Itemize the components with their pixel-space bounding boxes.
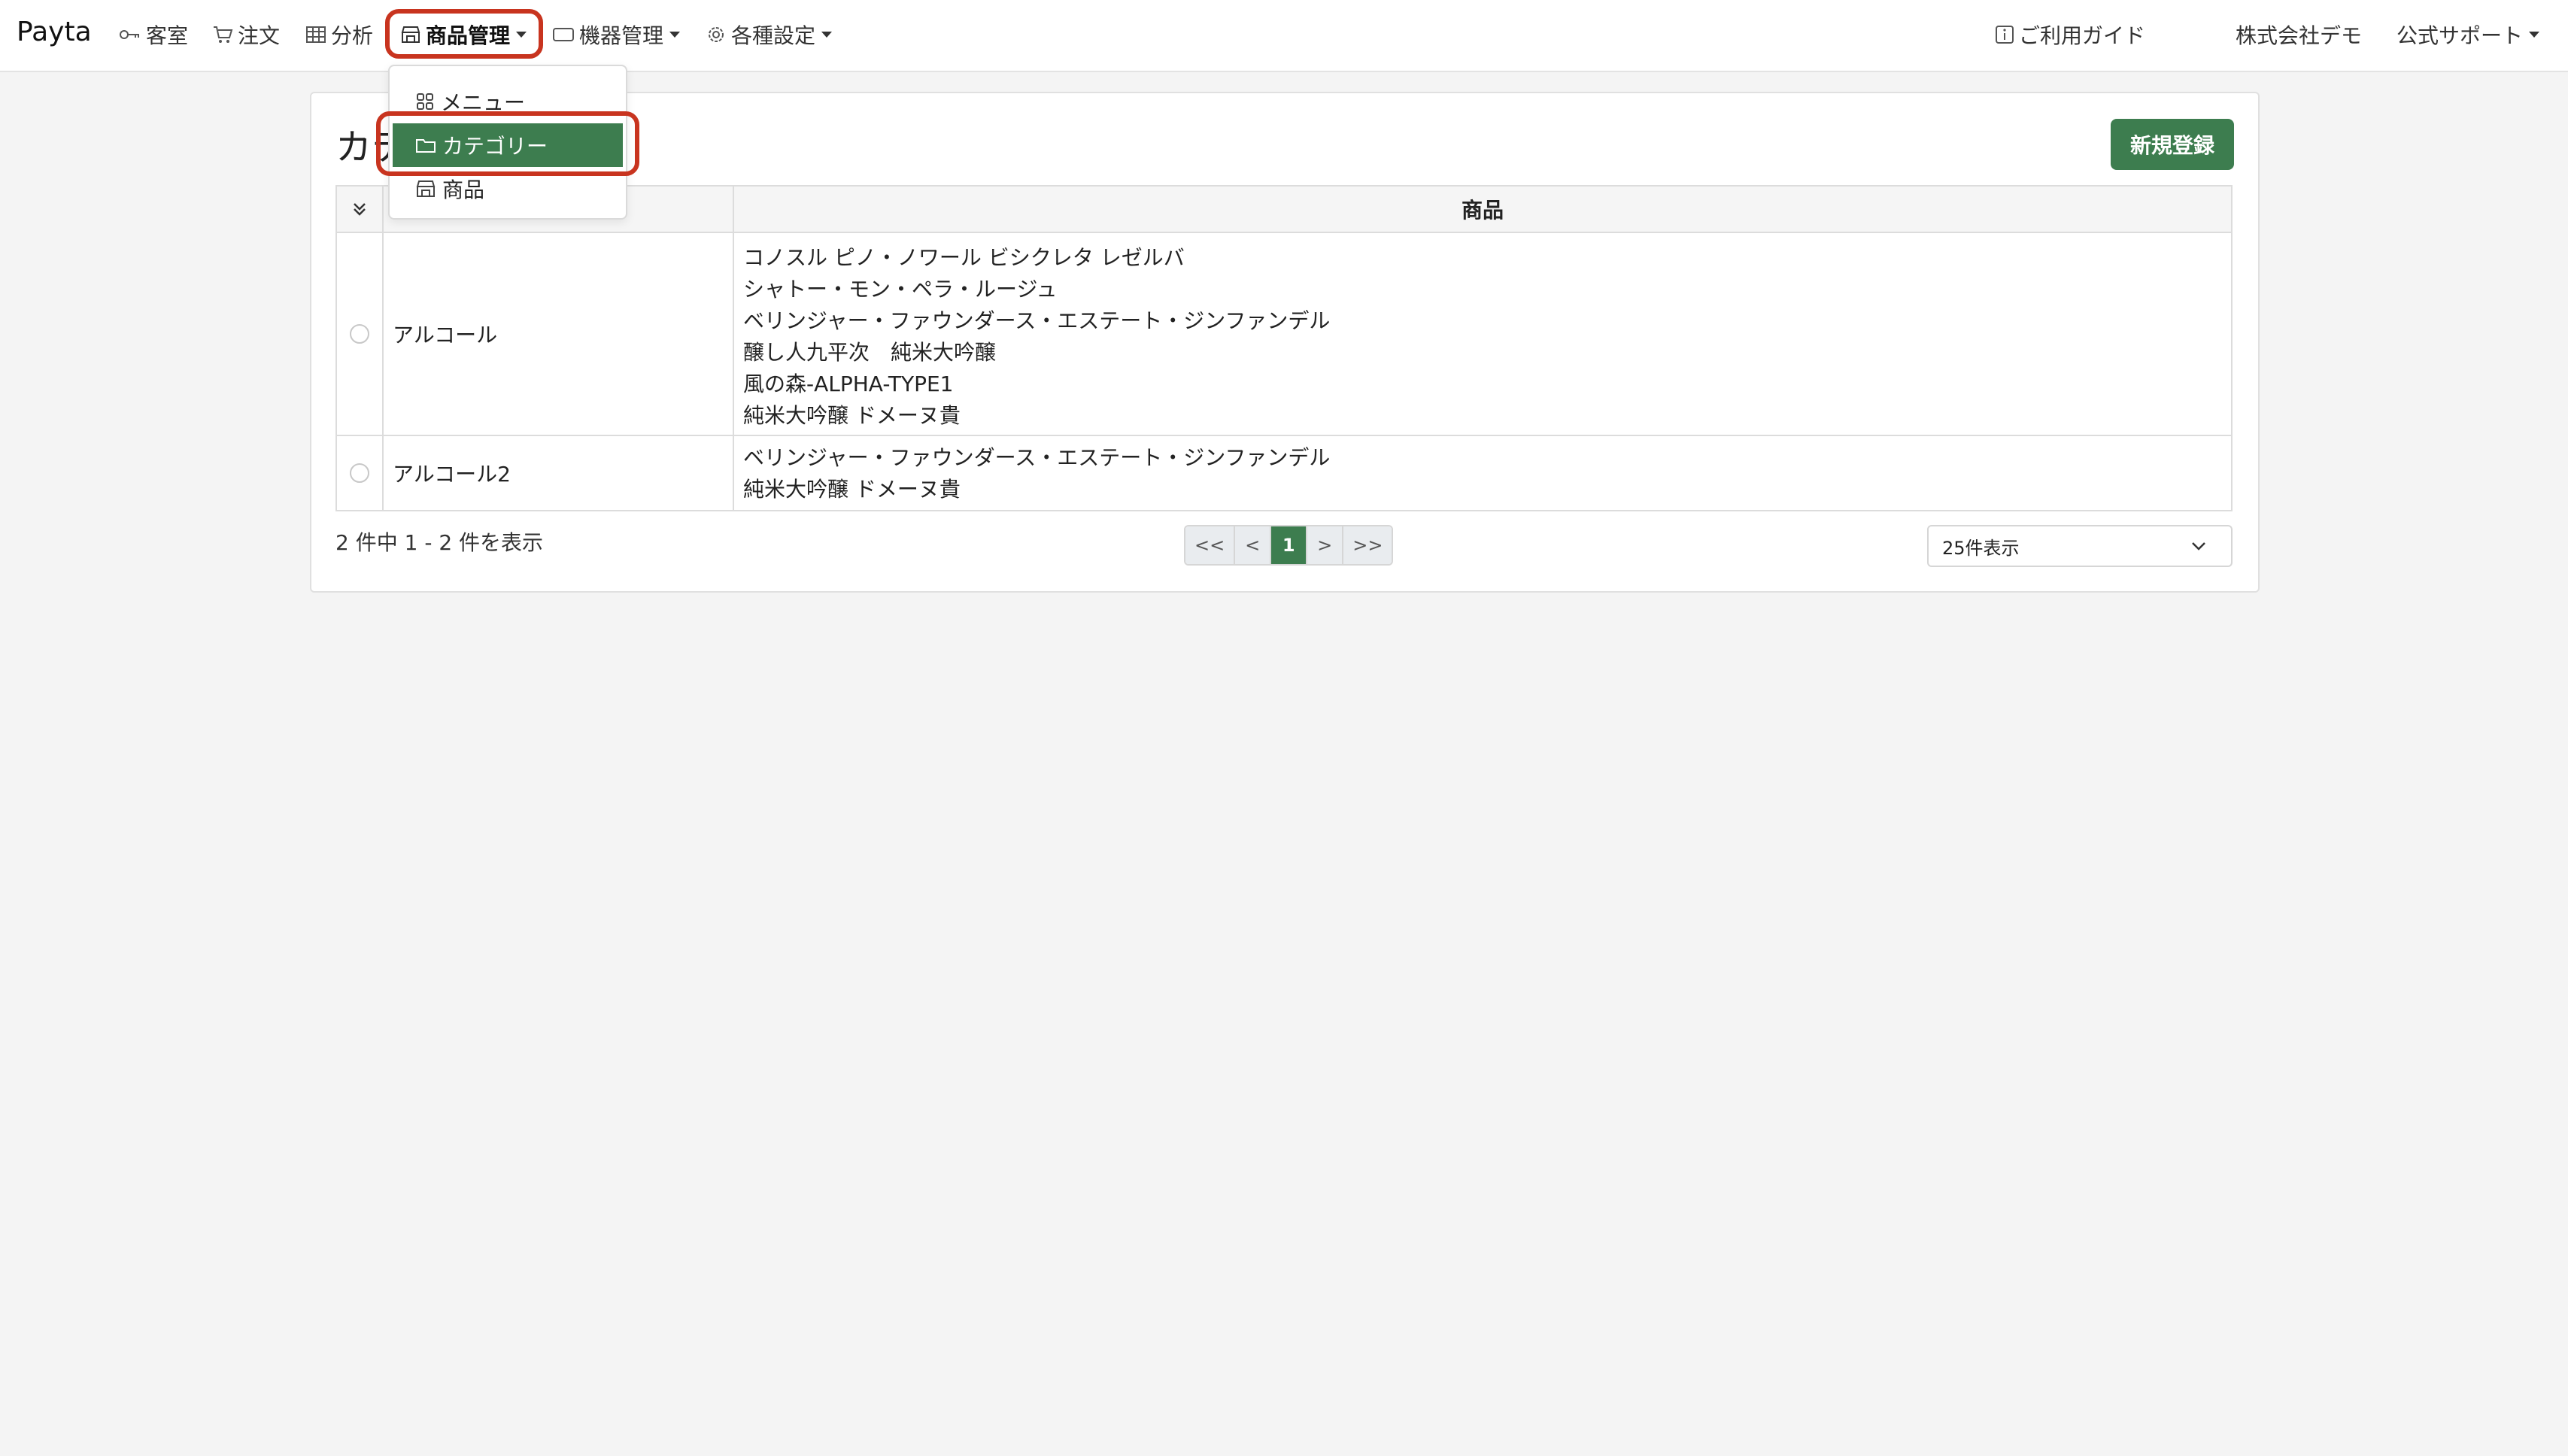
nav-item-support[interactable]: 公式サポート — [2396, 20, 2540, 50]
nav-item-settings[interactable]: 各種設定 — [706, 20, 833, 50]
pagination: << < 1 > >> — [1184, 525, 1394, 566]
chevron-down-icon — [2192, 542, 2205, 551]
page-prev-button[interactable]: < — [1235, 526, 1272, 564]
per-page-value: 25件表示 — [1942, 537, 2020, 559]
caret-down-icon — [821, 32, 833, 38]
shop-icon — [416, 180, 436, 197]
product-item: 純米大吟醸 ドメーヌ貴 — [743, 403, 961, 428]
nav-item-label: 機器管理 — [579, 23, 664, 48]
chevron-double-down-icon — [354, 203, 366, 216]
brand-logo[interactable]: Payta — [17, 17, 92, 47]
key-icon — [120, 30, 139, 39]
dropdown-item-label: 商品 — [442, 177, 485, 202]
product-item: ベリンジャー・ファウンダース・エステート・ジンファンデル — [743, 445, 1331, 470]
category-name: アルコール2 — [384, 436, 734, 510]
header-product: 商品 — [1461, 198, 1504, 223]
grid-icon — [417, 93, 433, 110]
company-name[interactable]: 株式会社デモ — [2236, 20, 2362, 50]
device-icon — [553, 28, 574, 41]
nav-item-guestroom[interactable]: 客室 — [119, 20, 188, 50]
product-item: コノスル ピノ・ノワール ビシクレタ レゼルバ — [743, 245, 1185, 270]
radio-button[interactable] — [350, 324, 369, 344]
info-icon — [1996, 26, 2014, 44]
caret-down-icon — [669, 32, 681, 38]
table-row[interactable]: アルコール コノスル ピノ・ノワール ビシクレタ レゼルバ シャトー・モン・ペラ… — [335, 233, 2233, 436]
page-first-button[interactable]: << — [1185, 526, 1236, 564]
nav-item-guide[interactable]: ご利用ガイド — [1995, 20, 2145, 50]
product-item: 風の森-ALPHA-TYPE1 — [743, 372, 954, 396]
nav-item-label: 分析 — [331, 23, 374, 48]
product-item: 純米大吟醸 ドメーヌ貴 — [743, 477, 961, 502]
highlight-category-item — [376, 111, 639, 176]
expand-all-toggle[interactable] — [337, 187, 384, 232]
company-label: 株式会社デモ — [2236, 23, 2363, 48]
nav-item-label: 客室 — [146, 23, 189, 48]
nav-item-orders[interactable]: 注文 — [212, 20, 280, 50]
nav-item-label: 公式サポート — [2396, 23, 2524, 48]
nav-item-label: 注文 — [238, 23, 281, 48]
product-item: 醸し人九平次 純米大吟醸 — [743, 340, 997, 365]
product-item: ベリンジャー・ファウンダース・エステート・ジンファンデル — [743, 308, 1331, 333]
gear-icon — [709, 27, 724, 42]
nav-item-analytics[interactable]: 分析 — [305, 20, 373, 50]
table-row[interactable]: アルコール2 ベリンジャー・ファウンダース・エステート・ジンファンデル 純米大吟… — [335, 436, 2233, 511]
page-last-button[interactable]: >> — [1343, 526, 1392, 564]
table-icon — [306, 26, 326, 43]
page-current-button[interactable]: 1 — [1271, 526, 1308, 564]
product-item: シャトー・モン・ペラ・ルージュ — [743, 277, 1058, 302]
caret-down-icon — [2529, 32, 2540, 38]
cart-icon — [214, 26, 233, 43]
category-name: アルコール — [384, 233, 734, 435]
nav-item-label: 各種設定 — [731, 23, 816, 48]
radio-button[interactable] — [350, 463, 369, 483]
page-next-button[interactable]: > — [1307, 526, 1344, 564]
new-register-button[interactable]: 新規登録 — [2111, 119, 2234, 170]
highlight-product-management — [385, 9, 543, 59]
pagination-info: 2 件中 1 - 2 件を表示 — [335, 530, 544, 555]
row-select[interactable] — [337, 436, 384, 510]
row-select[interactable] — [337, 233, 384, 435]
product-list: コノスル ピノ・ノワール ビシクレタ レゼルバ シャトー・モン・ペラ・ルージュ … — [734, 233, 2231, 435]
nav-item-label: ご利用ガイド — [2019, 23, 2146, 48]
per-page-select[interactable]: 25件表示 — [1927, 525, 2233, 567]
nav-item-device-management[interactable]: 機器管理 — [552, 20, 681, 50]
product-list: ベリンジャー・ファウンダース・エステート・ジンファンデル 純米大吟醸 ドメーヌ貴 — [734, 436, 2231, 510]
